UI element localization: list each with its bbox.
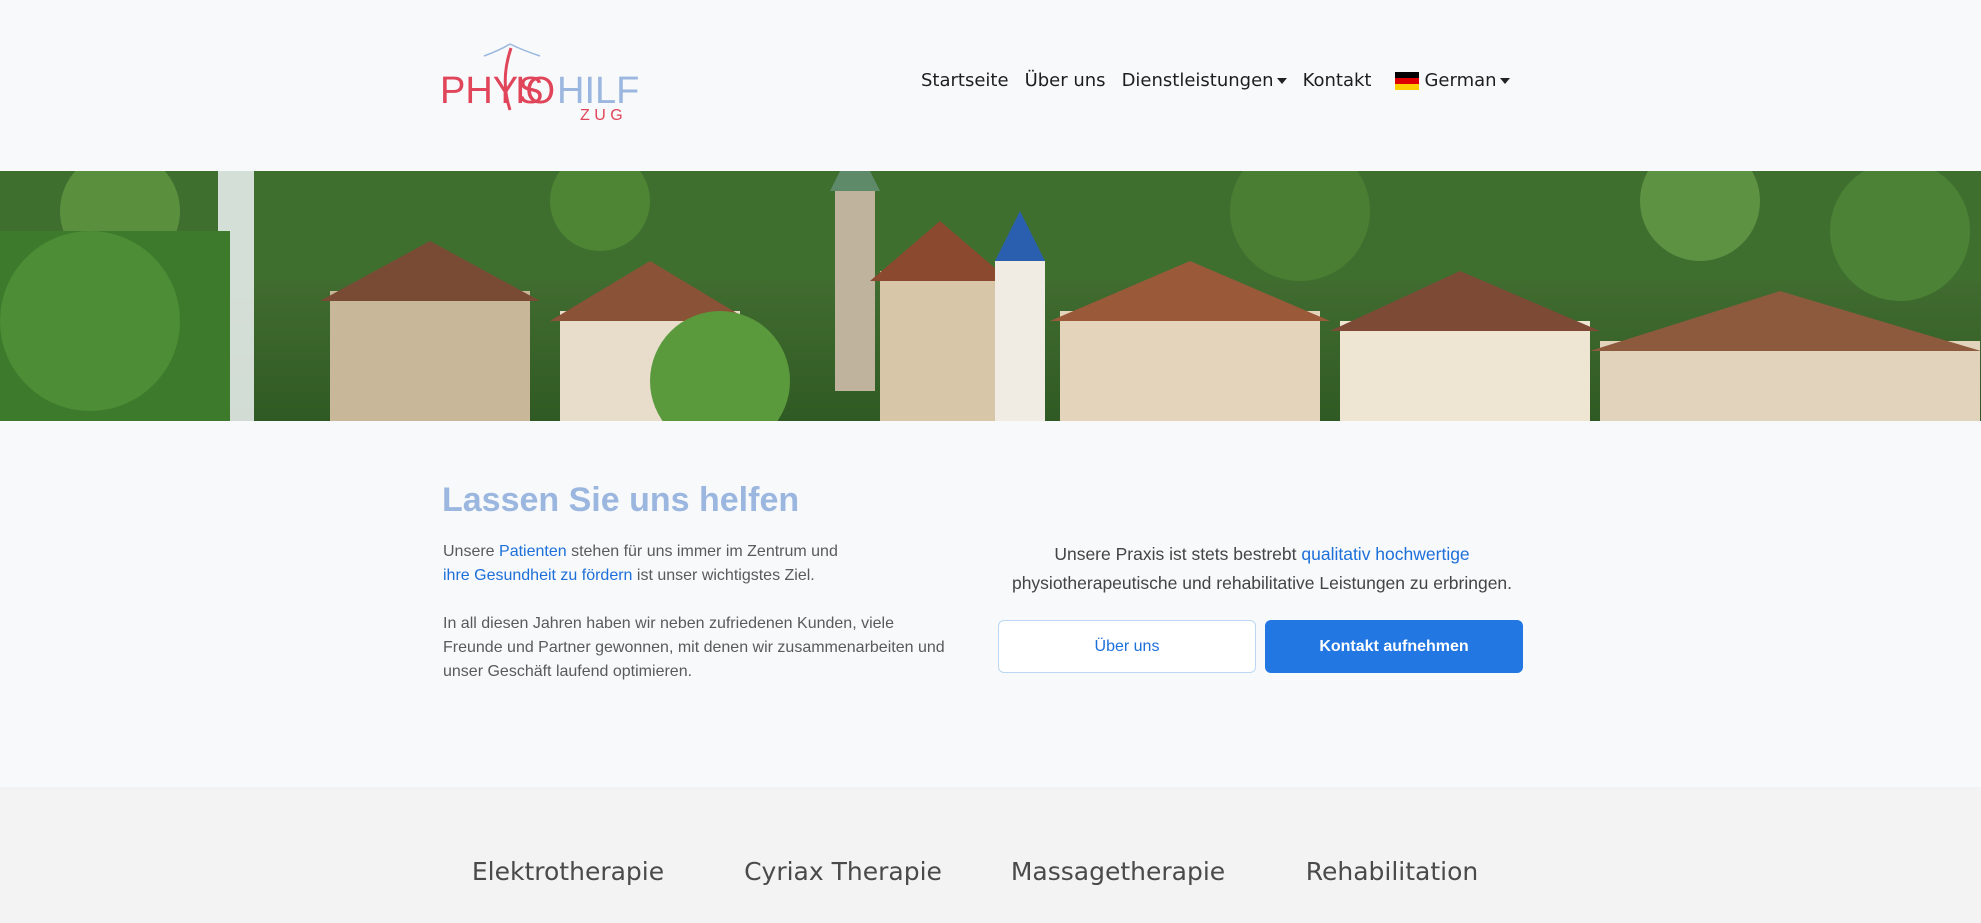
about-us-button[interactable]: Über uns <box>998 620 1256 673</box>
hero-banner-image <box>0 171 1981 421</box>
svg-text:IO: IO <box>515 70 555 112</box>
intro-p1-c: ist unser wichtigstes Ziel. <box>632 567 815 584</box>
contact-button[interactable]: Kontakt aufnehmen <box>1265 620 1523 673</box>
svg-text:HILFE: HILFE <box>557 70 640 112</box>
main-nav: Startseite Über uns Dienstleistungen Kon… <box>921 70 1526 91</box>
chevron-down-icon <box>1499 77 1510 84</box>
service-rehabilitation[interactable]: Rehabilitation <box>1306 857 1479 886</box>
language-label: German <box>1424 70 1497 91</box>
patients-link[interactable]: Patienten <box>499 543 567 560</box>
intro-text: Unsere Patienten stehen für uns immer im… <box>443 540 953 708</box>
quality-link[interactable]: qualitativ hochwertige <box>1301 544 1469 564</box>
nav-dienstleistungen-label: Dienstleistungen <box>1121 70 1274 91</box>
intro-paragraph-2: In all diesen Jahren haben wir neben zuf… <box>443 615 945 680</box>
intro-p1-a: Unsere <box>443 543 500 560</box>
cta-text: Unsere Praxis ist stets bestrebt qualita… <box>992 540 1532 598</box>
nav-dienstleistungen[interactable]: Dienstleistungen <box>1122 70 1287 91</box>
german-flag-icon <box>1395 71 1420 90</box>
intro-p1-b: stehen für uns immer im Zentrum und <box>566 543 838 560</box>
cta-text-b: physiotherapeutische und rehabilitative … <box>1011 573 1513 593</box>
nav-startseite[interactable]: Startseite <box>921 70 1009 91</box>
intro-title: Lassen Sie uns helfen <box>442 481 800 519</box>
nav-ueber-uns[interactable]: Über uns <box>1025 70 1106 91</box>
service-cyriax-therapie[interactable]: Cyriax Therapie <box>744 857 942 886</box>
site-header: PHYS IO HILFE Z U G Startseite Über uns … <box>0 0 1981 171</box>
health-link[interactable]: ihre Gesundheit zu fördern <box>443 567 632 584</box>
service-massagetherapie[interactable]: Massagetherapie <box>1011 857 1225 886</box>
cta-text-a: Unsere Praxis ist stets bestrebt <box>1054 544 1302 564</box>
site-logo[interactable]: PHYS IO HILFE Z U G <box>440 40 640 126</box>
services-section: Elektrotherapie Cyriax Therapie Massaget… <box>0 787 1981 923</box>
language-selector[interactable]: German <box>1395 70 1510 91</box>
svg-text:Z U G: Z U G <box>580 107 623 124</box>
intro-paragraph-1: Unsere Patienten stehen für uns immer im… <box>443 540 953 588</box>
nav-kontakt[interactable]: Kontakt <box>1303 70 1372 91</box>
service-elektrotherapie[interactable]: Elektrotherapie <box>472 857 664 886</box>
chevron-down-icon <box>1276 78 1287 84</box>
